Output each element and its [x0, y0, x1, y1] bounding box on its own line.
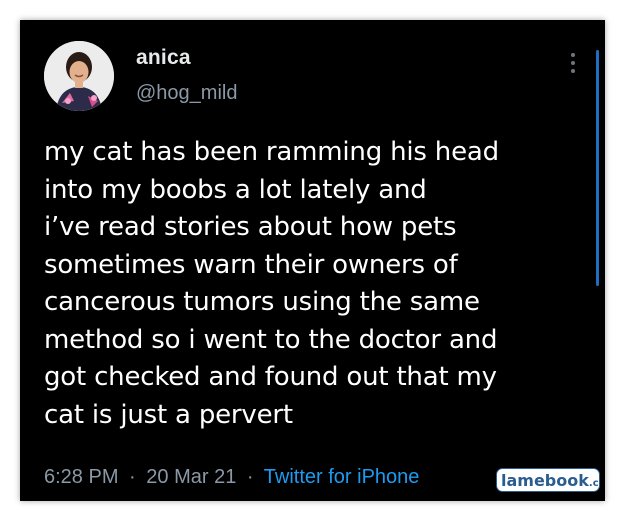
tweet-time[interactable]: 6:28 PM	[44, 466, 118, 488]
tweet-line: got checked and found out that my	[44, 362, 497, 392]
meta-separator: ·	[129, 466, 136, 488]
svg-text:lamebook.com: lamebook.com	[501, 471, 600, 490]
tweet-line: method so i went to the doctor and	[44, 324, 498, 355]
lamebook-logo: lamebook.com	[496, 468, 600, 492]
menu-dot	[571, 69, 575, 73]
tweet-line: into my boobs a lot lately and	[44, 174, 427, 205]
menu-dot	[571, 61, 575, 65]
tweet-card: anica @hog_mild my cat has been ramming …	[20, 20, 605, 501]
logo-brand: lamebook	[501, 471, 589, 490]
user-handle[interactable]: @hog_mild	[136, 82, 237, 105]
logo-suffix: .com	[589, 478, 600, 489]
tweet-date[interactable]: 20 Mar 21	[146, 466, 236, 488]
tweet-line: my cat has been ramming his head	[44, 137, 499, 167]
meta-separator: ·	[246, 466, 254, 488]
tweet-line: cancerous tumors using the same	[44, 287, 480, 317]
more-vertical-icon[interactable]	[566, 48, 580, 78]
tweet-source-link[interactable]: Twitter for iPhone	[264, 466, 420, 488]
page-frame: anica @hog_mild my cat has been ramming …	[0, 0, 630, 521]
menu-dot	[571, 53, 575, 57]
tweet-meta: 6:28 PM · 20 Mar 21 · Twitter for iPhone	[44, 466, 419, 489]
tweet-line: cat is just a pervert	[44, 399, 293, 430]
tweet-text: my cat has been ramming his head into my…	[44, 134, 584, 434]
scrollbar[interactable]	[596, 50, 599, 286]
tweet-line: i’ve read stories about how pets	[44, 212, 457, 242]
tweet-line: sometimes warn their owners of	[44, 249, 458, 280]
avatar[interactable]	[44, 41, 114, 111]
user-name[interactable]: anica	[136, 46, 191, 70]
profile-photo-icon	[44, 41, 114, 111]
